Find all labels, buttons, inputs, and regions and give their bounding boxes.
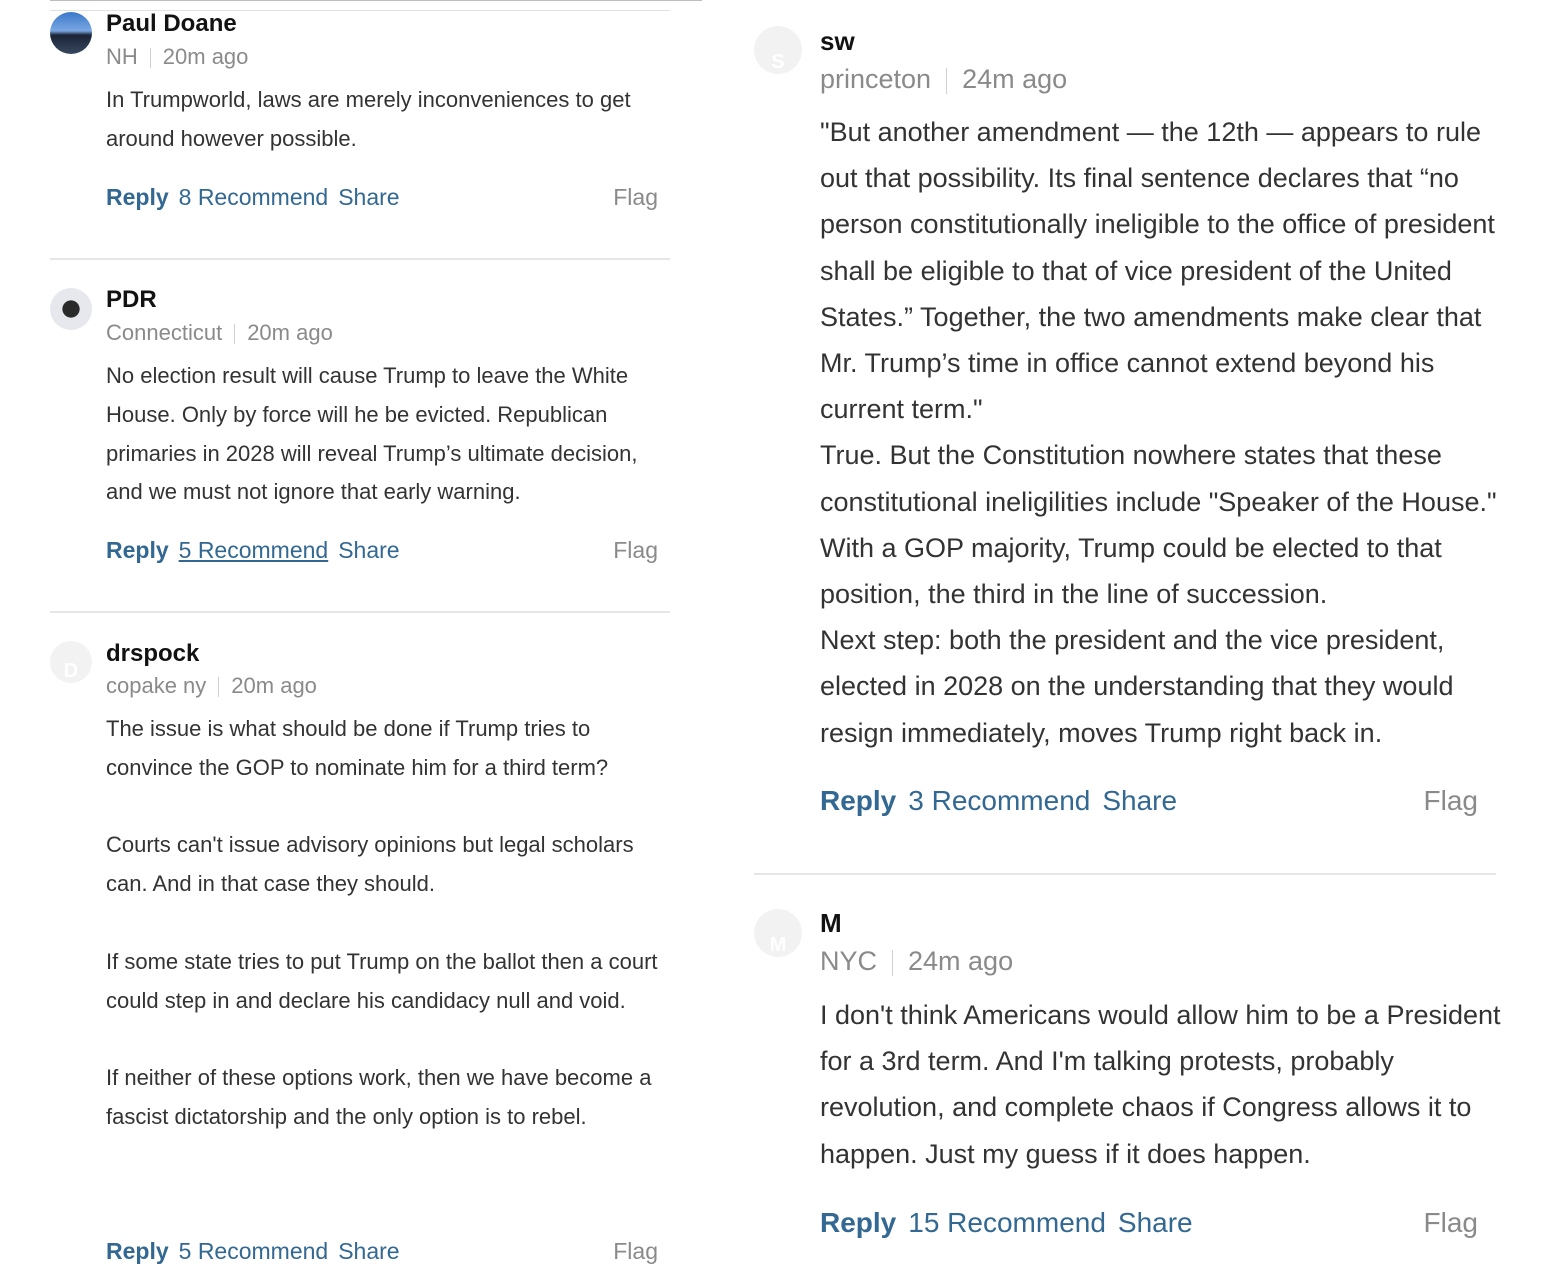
- meta-separator: [149, 48, 151, 69]
- reply-button[interactable]: Reply: [106, 1238, 169, 1264]
- comment-paragraph: "But another amendment — the 12th — appe…: [820, 117, 1495, 425]
- reply-button[interactable]: Reply: [106, 537, 169, 563]
- comment-body: No election result will cause Trump to l…: [106, 357, 676, 512]
- comment-time: 20m ago: [247, 320, 333, 345]
- comment-time: 20m ago: [162, 44, 249, 69]
- recommend-button[interactable]: 5 Recommend: [179, 1238, 329, 1264]
- avatar-initial: D: [63, 660, 79, 682]
- flag-button[interactable]: Flag: [1424, 1207, 1478, 1239]
- flag-button[interactable]: Flag: [613, 1238, 658, 1265]
- comment-actions: Reply 5 Recommend Share Flag: [106, 537, 658, 564]
- comment-meta: Connecticut 20m ago: [106, 320, 333, 346]
- avatar[interactable]: [50, 12, 92, 54]
- reply-button[interactable]: Reply: [820, 1207, 896, 1238]
- commenter-name[interactable]: drspock: [106, 640, 199, 668]
- comment-paragraph: No election result will cause Trump to l…: [106, 363, 638, 505]
- share-button[interactable]: Share: [338, 537, 399, 563]
- comment-paragraph: I don't think Americans would allow him …: [820, 1000, 1501, 1169]
- flag-button[interactable]: Flag: [613, 184, 658, 211]
- reply-button[interactable]: Reply: [106, 184, 169, 210]
- avatar-initial: S: [771, 51, 785, 73]
- avatar-initial: M: [769, 934, 787, 956]
- share-button[interactable]: Share: [338, 1238, 399, 1264]
- comment-meta: copake ny 20m ago: [106, 673, 317, 699]
- avatar[interactable]: [50, 288, 92, 330]
- commenter-location: NH: [106, 44, 138, 69]
- share-button[interactable]: Share: [1102, 785, 1177, 816]
- recommend-button[interactable]: 8 Recommend: [179, 184, 329, 210]
- meta-separator: [234, 324, 236, 345]
- commenter-name[interactable]: M: [820, 908, 842, 939]
- meta-separator: [218, 677, 220, 698]
- comment-divider: [50, 611, 670, 613]
- commenter-location: NYC: [820, 946, 878, 976]
- comment-meta: NYC 24m ago: [820, 946, 1013, 977]
- commenter-location: Connecticut: [106, 320, 223, 345]
- comment-paragraph: If neither of these options work, then w…: [106, 1065, 652, 1129]
- comment-divider: [50, 258, 670, 260]
- comment-body: In Trumpworld, laws are merely inconveni…: [106, 81, 676, 159]
- avatar[interactable]: S: [754, 26, 802, 74]
- recommend-button[interactable]: 5 Recommend: [179, 537, 329, 563]
- comment-actions: Reply 5 Recommend Share Flag: [106, 1238, 658, 1265]
- meta-separator: [892, 949, 894, 976]
- comment-meta: princeton 24m ago: [820, 64, 1067, 95]
- commenter-name[interactable]: sw: [820, 26, 855, 57]
- comment-time: 20m ago: [231, 673, 317, 698]
- share-button[interactable]: Share: [338, 184, 399, 210]
- commenter-location: copake ny: [106, 673, 207, 698]
- comment-paragraph: Next step: both the president and the vi…: [820, 625, 1454, 748]
- comment-paragraph: In Trumpworld, laws are merely inconveni…: [106, 87, 631, 151]
- comment-divider: [754, 873, 1496, 875]
- avatar[interactable]: D: [50, 641, 92, 683]
- meta-separator: [946, 67, 948, 94]
- comment-paragraph: If some state tries to put Trump on the …: [106, 948, 658, 1013]
- share-button[interactable]: Share: [1118, 1207, 1193, 1238]
- comment-paragraph: The issue is what should be done if Trum…: [106, 716, 609, 780]
- left-comment-panel: Paul Doane NH 20m ago In Trumpworld, laws…: [0, 0, 706, 1278]
- flag-button[interactable]: Flag: [613, 537, 658, 564]
- comment-time: 24m ago: [962, 64, 1068, 94]
- comment-paragraph: Courts can't issue advisory opinions but…: [106, 832, 634, 897]
- comment-actions: Reply 15 Recommend Share Flag: [820, 1207, 1478, 1239]
- panel-top-border: [50, 0, 702, 1]
- recommend-button[interactable]: 3 Recommend: [908, 785, 1090, 816]
- comment-body: The issue is what should be done if Trum…: [106, 710, 676, 1137]
- comment-paragraph: True. But the Constitution nowhere state…: [820, 440, 1497, 610]
- comment-body: I don't think Americans would allow him …: [820, 992, 1510, 1177]
- flag-button[interactable]: Flag: [1424, 785, 1478, 817]
- recommend-button[interactable]: 15 Recommend: [908, 1207, 1106, 1238]
- avatar[interactable]: M: [754, 909, 802, 957]
- comment-actions: Reply 3 Recommend Share Flag: [820, 785, 1478, 817]
- comment-body: "But another amendment — the 12th — appe…: [820, 109, 1510, 756]
- right-comment-panel: S sw princeton 24m ago "But another amend…: [706, 0, 1546, 1278]
- commenter-name[interactable]: PDR: [106, 286, 157, 314]
- reply-button[interactable]: Reply: [820, 785, 896, 816]
- comment-time: 24m ago: [908, 946, 1014, 976]
- comment-meta: NH 20m ago: [106, 44, 248, 70]
- commenter-location: princeton: [820, 64, 932, 94]
- comment-actions: Reply 8 Recommend Share Flag: [106, 184, 658, 211]
- commenter-name[interactable]: Paul Doane: [106, 10, 237, 38]
